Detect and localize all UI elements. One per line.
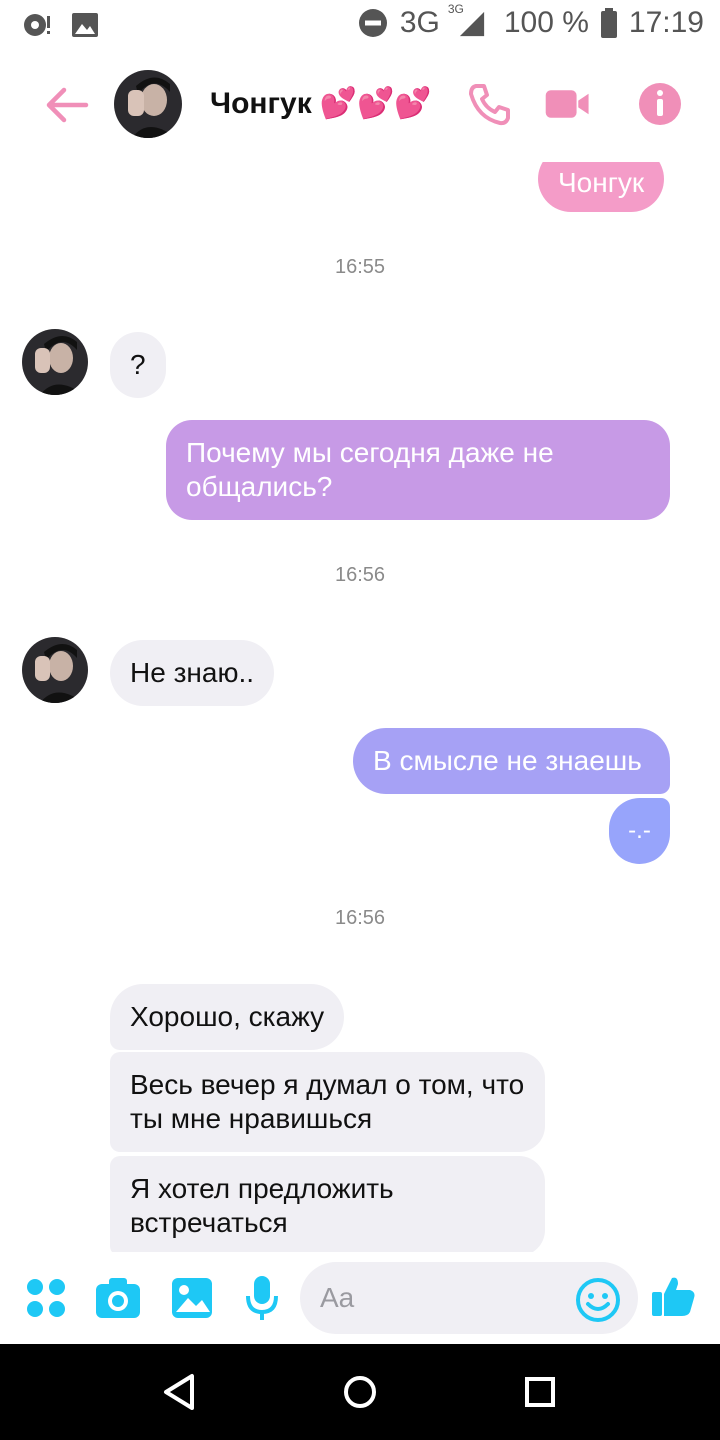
sync-notification-icon	[24, 14, 50, 36]
message-incoming[interactable]: Не знаю..	[110, 640, 275, 706]
message-incoming[interactable]: Весь вечер я думал о том, что ты мне нра…	[110, 1052, 545, 1152]
contact-avatar[interactable]	[114, 70, 182, 138]
back-arrow-icon[interactable]	[42, 80, 92, 130]
camera-icon[interactable]	[94, 1274, 142, 1322]
nav-home-icon[interactable]	[338, 1370, 382, 1414]
message-incoming[interactable]: Я хотел предложить встречаться	[110, 1156, 545, 1252]
avatar-photo	[22, 329, 88, 395]
message-incoming[interactable]: Хорошо, скажу	[110, 984, 345, 1050]
info-icon[interactable]	[636, 80, 684, 128]
emoji-icon[interactable]	[574, 1276, 622, 1324]
apps-grid-icon[interactable]	[22, 1274, 70, 1322]
message-outgoing[interactable]: Чонгук	[538, 162, 665, 212]
phone-icon[interactable]	[466, 80, 514, 128]
timestamp: 16:56	[334, 907, 386, 929]
chat-header: Чонгук 💕💕💕	[0, 50, 720, 163]
timestamp: 16:55	[334, 256, 386, 278]
do-not-disturb-icon	[358, 9, 387, 37]
avatar-photo	[114, 70, 182, 138]
avatar-photo	[22, 637, 88, 703]
image-notification-icon	[72, 13, 98, 37]
microphone-icon[interactable]	[238, 1274, 286, 1322]
system-nav-bar	[0, 1344, 720, 1440]
sender-avatar[interactable]	[22, 329, 88, 395]
message-outgoing[interactable]: -.-	[609, 798, 670, 864]
composer-bar	[0, 1252, 720, 1344]
video-camera-icon[interactable]	[544, 80, 592, 128]
status-bar: 3G 3G 100 % 17:19	[0, 0, 720, 50]
contact-name: Чонгук	[210, 86, 312, 120]
message-outgoing[interactable]: Почему мы сегодня даже не общались?	[166, 420, 670, 520]
hearts-emoji: 💕💕💕	[319, 87, 432, 120]
battery-icon	[600, 8, 617, 38]
nav-back-icon[interactable]	[158, 1370, 202, 1414]
clock: 17:19	[628, 6, 704, 39]
network-type: 3G	[399, 6, 440, 39]
thumbs-up-icon[interactable]	[650, 1272, 698, 1320]
contact-title[interactable]: Чонгук 💕💕💕	[210, 86, 432, 121]
message-list[interactable]: Чонгук 16:55 ? Почему мы сегодня даже не…	[0, 162, 720, 1252]
signal-icon	[459, 11, 484, 37]
nav-recents-icon[interactable]	[518, 1370, 562, 1414]
timestamp: 16:56	[334, 564, 386, 586]
message-outgoing[interactable]: В смысле не знаешь	[353, 728, 670, 794]
gallery-icon[interactable]	[170, 1274, 218, 1322]
battery-text: 100 %	[503, 6, 589, 39]
sender-avatar[interactable]	[22, 637, 88, 703]
message-incoming[interactable]: ?	[110, 332, 166, 398]
